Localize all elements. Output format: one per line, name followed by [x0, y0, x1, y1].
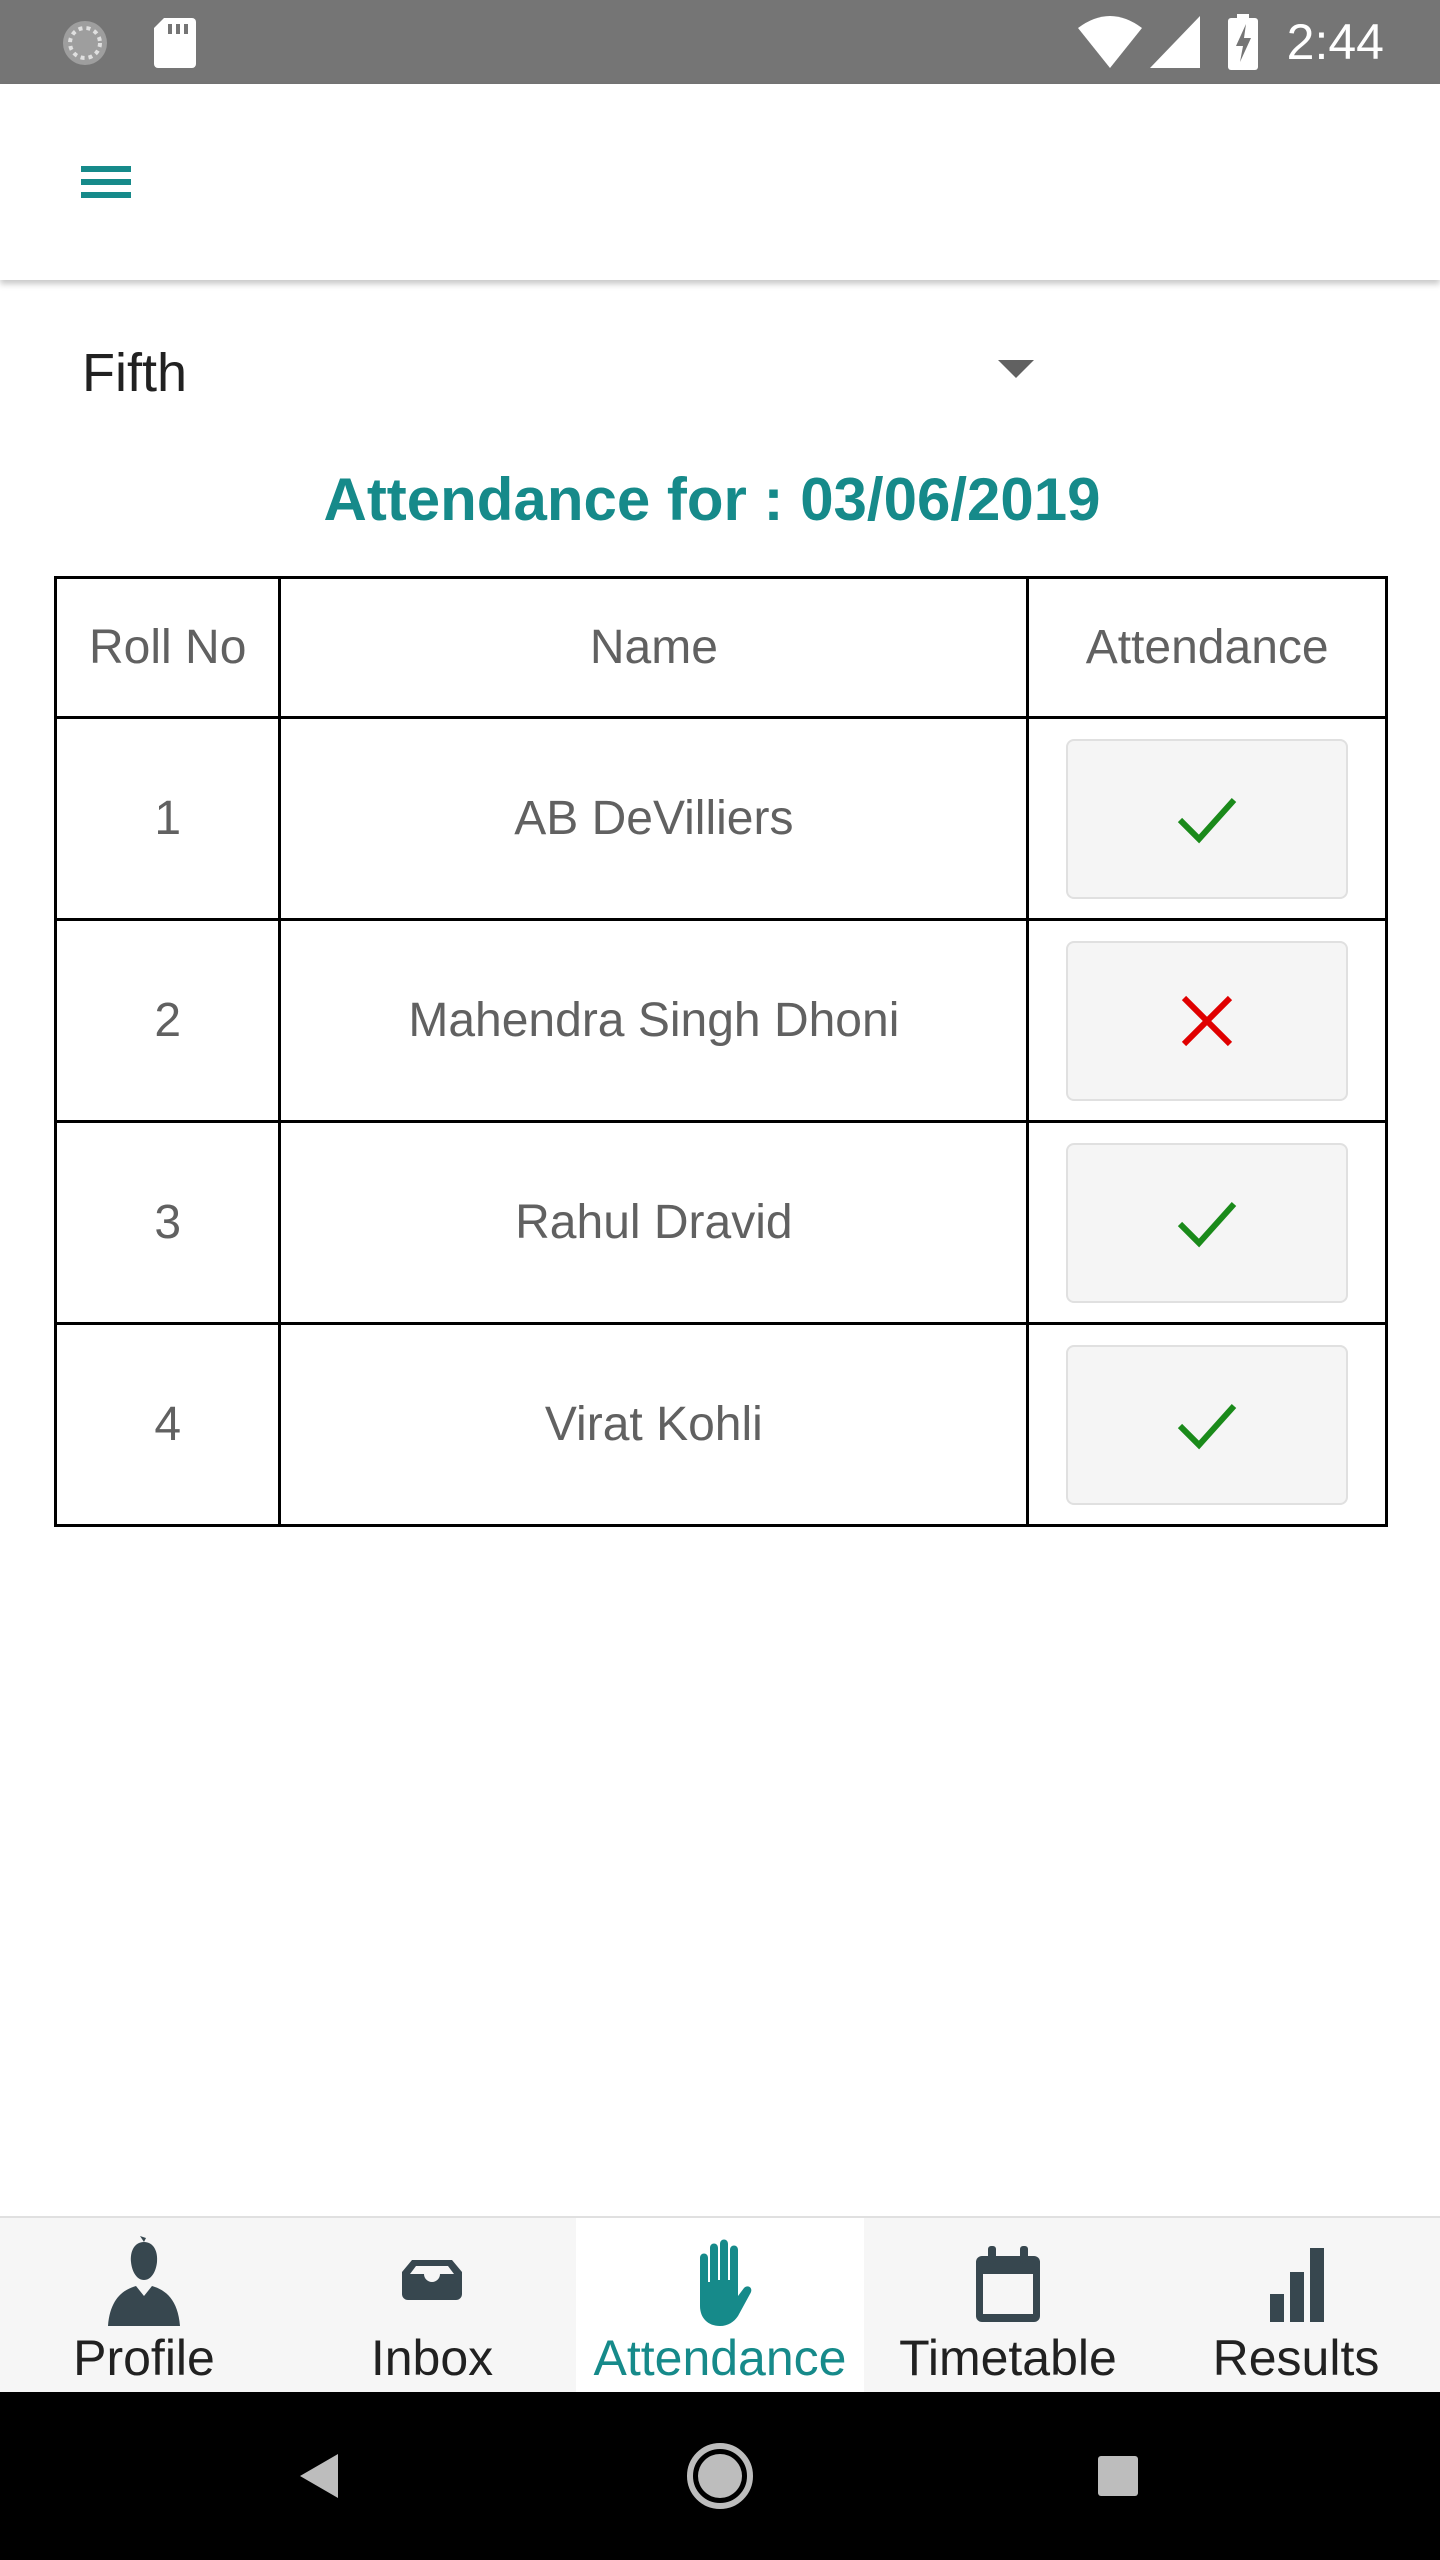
check-icon — [1178, 1201, 1237, 1247]
bottom-nav: Profile Inbox Attendance Timetable Resul… — [0, 2216, 1440, 2392]
back-icon — [300, 2454, 338, 2498]
nav-label: Profile — [73, 2330, 215, 2386]
attendance-heading: Attendance for : 03/06/2019 — [323, 466, 1101, 533]
wifi-icon — [1078, 16, 1142, 73]
nav-item-inbox[interactable]: Inbox — [288, 2218, 576, 2392]
table-row: 4 Virat Kohli — [53, 1322, 1388, 1527]
header-name: Name — [278, 576, 1030, 719]
status-time: 2:44 — [1286, 14, 1384, 70]
table-row: 1 AB DeVilliers — [53, 716, 1388, 921]
battery-charging-icon — [1228, 14, 1258, 75]
student-name-cell: Rahul Dravid — [278, 1120, 1030, 1325]
hand-icon — [700, 2239, 752, 2326]
attendance-toggle-button[interactable] — [1066, 1142, 1349, 1303]
person-icon — [108, 2236, 180, 2326]
class-select-value: Fifth — [82, 343, 188, 403]
student-name-cell: Mahendra Singh Dhoni — [278, 918, 1030, 1123]
nav-label: Inbox — [370, 2330, 494, 2386]
attendance-cell — [1026, 716, 1388, 921]
inbox-icon — [402, 2260, 462, 2300]
table-row: 3 Rahul Dravid — [53, 1120, 1388, 1325]
header-roll-no: Roll No — [53, 576, 282, 719]
nav-item-attendance[interactable]: Attendance — [576, 2218, 864, 2392]
attendance-cell — [1026, 918, 1388, 1123]
header-attendance: Attendance — [1026, 576, 1388, 719]
roll-no-cell: 3 — [53, 1120, 282, 1325]
attendance-cell — [1026, 1120, 1388, 1325]
roll-no-cell: 1 — [53, 716, 282, 921]
student-name-cell: AB DeVilliers — [278, 716, 1030, 921]
table-header-row: Roll No Name Attendance — [53, 576, 1388, 719]
calendar-icon — [976, 2246, 1040, 2322]
nav-item-results[interactable]: Results — [1152, 2218, 1440, 2392]
nav-label: Attendance — [593, 2330, 847, 2386]
attendance-table: Roll No Name Attendance 1 AB DeVilliers … — [53, 576, 1388, 1527]
sync-icon — [60, 18, 110, 73]
home-button[interactable] — [670, 2426, 770, 2526]
check-icon — [1178, 797, 1237, 843]
status-bar: 2:44 — [0, 0, 1440, 84]
back-button[interactable] — [272, 2426, 372, 2526]
app-bar — [0, 84, 1440, 280]
recents-button[interactable] — [1068, 2426, 1168, 2526]
menu-icon — [81, 166, 131, 198]
cross-icon — [1182, 995, 1233, 1046]
system-nav-bar — [0, 2392, 1440, 2560]
home-icon — [687, 2443, 753, 2509]
roll-no-cell: 2 — [53, 918, 282, 1123]
nav-label: Timetable — [899, 2330, 1117, 2386]
nav-item-profile[interactable]: Profile — [0, 2218, 288, 2392]
attendance-toggle-button[interactable] — [1066, 1344, 1349, 1505]
recents-icon — [1098, 2456, 1138, 2496]
student-name-cell: Virat Kohli — [278, 1322, 1030, 1527]
signal-icon — [1150, 16, 1200, 73]
roll-no-cell: 4 — [53, 1322, 282, 1527]
nav-label: Results — [1212, 2330, 1380, 2386]
class-select[interactable]: Fifth — [54, 320, 1054, 420]
sd-card-icon — [154, 18, 196, 73]
nav-item-timetable[interactable]: Timetable — [864, 2218, 1152, 2392]
dropdown-arrow-icon — [998, 360, 1034, 378]
check-icon — [1178, 1403, 1237, 1449]
attendance-toggle-button[interactable] — [1066, 940, 1349, 1101]
bar-chart-icon — [1270, 2248, 1324, 2322]
attendance-toggle-button[interactable] — [1066, 738, 1349, 899]
table-row: 2 Mahendra Singh Dhoni — [53, 918, 1388, 1123]
menu-button[interactable] — [60, 142, 140, 222]
attendance-cell — [1026, 1322, 1388, 1527]
